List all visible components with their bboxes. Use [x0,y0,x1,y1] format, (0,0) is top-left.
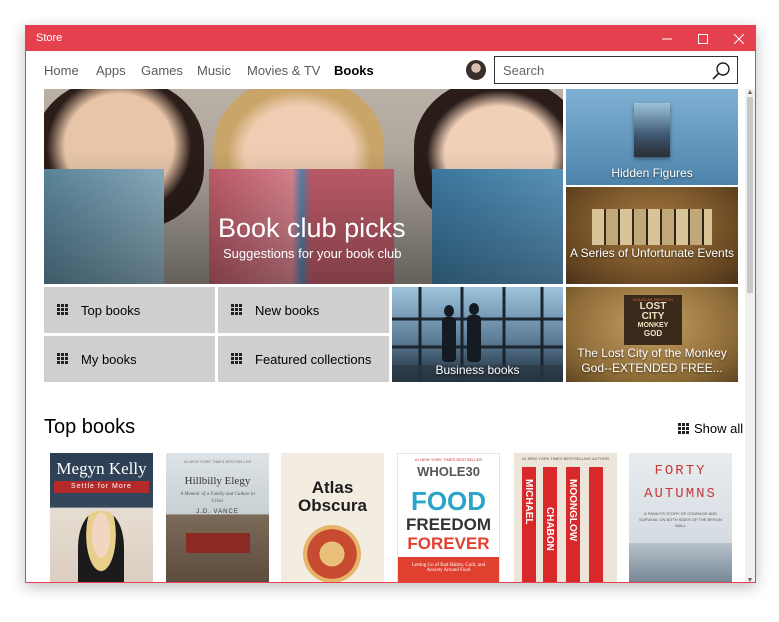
cover-portrait [78,511,124,582]
cover-author: J.D. VANCE [196,509,239,515]
lost-city-cover: DOUGLAS PRESTON LOST CITY MONKEY GOD [624,295,682,345]
grid-icon [57,353,68,364]
maximize-button[interactable] [685,26,721,51]
cover-tagline: Letting Go of Bad Habits, Guilt, and Anx… [398,557,499,582]
section-title-top-books: Top books [44,416,136,438]
unfortunate-books [592,209,712,245]
cover-title: Settle for More [54,481,149,493]
window-title: Store [36,32,63,44]
cover-banner: #1 NEW YORK TIMES BESTSELLER [414,457,483,462]
hero-subtitle: Suggestions for your book club [223,246,402,261]
show-all-label: Show all [694,421,744,436]
tile-top-books[interactable]: Top books [44,287,215,333]
book-cover-forty-autumns[interactable]: FORTY AUTUMNS A FAMILY'S STORY OF COURAG… [629,453,732,582]
store-window: Store Home Apps Games Music Movies & TV … [25,25,756,583]
cover-author-last: CHABON [544,507,555,551]
book-cover-moonglow[interactable]: #1 NEW YORK TIMES BESTSELLING AUTHOR MIC… [514,453,617,582]
nav-home[interactable]: Home [44,63,79,78]
tile-new-books-label: New books [255,303,320,318]
nav-bar: Home Apps Games Music Movies & TV Books … [26,51,755,89]
tile-lost-city[interactable]: DOUGLAS PRESTON LOST CITY MONKEY GOD The… [566,287,738,382]
tile-featured-collections[interactable]: Featured collections [218,336,389,382]
search-input[interactable]: Search [503,63,544,78]
cover-title-3: FOREVER [407,534,490,553]
tile-my-books[interactable]: My books [44,336,215,382]
cover-stick-4 [589,467,603,582]
title-bar: Store [26,26,755,51]
cover-banner: #1 NEW YORK TIMES BESTSELLER [183,459,252,464]
tile-my-books-label: My books [81,352,137,367]
search-icon[interactable] [711,61,731,81]
maximize-icon [698,33,708,44]
cover-tagline: A FAMILY'S STORY OF COURAGE AND SURVIVAL… [639,511,722,528]
lost-city-cover-god: GOD [643,329,663,338]
hero-banner[interactable]: Book club picks Suggestions for your boo… [44,89,563,284]
tile-business-books[interactable]: Business books [392,287,563,382]
close-icon [734,33,744,44]
tile-featured-label: Featured collections [255,352,372,367]
cover-title: MOONGLOW [567,479,578,542]
nav-movies-tv[interactable]: Movies & TV [247,63,320,78]
nav-apps[interactable]: Apps [96,63,126,78]
lost-city-cover-city: CITY [641,311,665,322]
tile-hidden-figures-label: Hidden Figures [611,166,693,180]
scroll-down-icon[interactable]: ▼ [745,577,755,582]
cover-barn [186,533,250,553]
minimize-icon [662,38,672,39]
main-content: Book club picks Suggestions for your boo… [26,89,746,582]
close-button[interactable] [721,26,755,51]
cover-landscape [629,543,732,582]
minimize-button[interactable] [649,26,685,51]
cover-title-1: FOOD [410,486,487,516]
grid-icon [57,304,68,315]
nav-books[interactable]: Books [334,63,374,78]
tile-new-books[interactable]: New books [218,287,389,333]
cover-title: Hillbilly Elegy [184,475,251,487]
cover-emblem [303,525,361,582]
tile-top-books-label: Top books [81,303,141,318]
book-cover-atlas-obscura[interactable]: Atlas Obscura [281,453,384,582]
tile-lost-city-label: The Lost City of the Monkey God--EXTENDE… [577,346,727,375]
nav-music[interactable]: Music [197,63,231,78]
tile-business-label: Business books [435,363,520,377]
vertical-scrollbar[interactable]: ▲ ▼ [745,89,755,582]
avatar[interactable] [466,60,486,80]
cover-title-1: Atlas [311,478,354,497]
tile-unfortunate-label: A Series of Unfortunate Events [569,246,735,260]
cover-subtitle: A Memoir of a Family and Culture in Cris… [180,492,255,504]
book-cover-hillbilly-elegy[interactable]: #1 NEW YORK TIMES BESTSELLER Hillbilly E… [166,453,269,582]
cover-brand: WHOLE30 [417,464,480,479]
hero-title: Book club picks [218,213,406,243]
cover-title-2: Obscura [298,496,367,515]
cover-title-2: FREEDOM [406,515,491,534]
nav-games[interactable]: Games [141,63,183,78]
cover-title-2: AUTUMNS [644,486,717,502]
scrollbar-thumb[interactable] [747,97,753,293]
tile-unfortunate-events[interactable]: A Series of Unfortunate Events [566,187,738,284]
cover-author-first: MICHAEL [523,479,534,525]
book-cover-food-freedom-forever[interactable]: #1 NEW YORK TIMES BESTSELLER WHOLE30 FOO… [397,453,500,582]
search-box[interactable]: Search [494,56,738,84]
tile-hidden-figures[interactable]: Hidden Figures [566,89,738,185]
hidden-figures-cover [634,103,670,157]
grid-icon [678,423,689,434]
grid-icon [231,304,242,315]
cover-author: Megyn Kelly [56,459,147,478]
book-cover-settle-for-more[interactable]: Megyn Kelly Settle for More [50,453,153,582]
cover-title-1: FORTY [654,463,707,479]
cover-banner: #1 NEW YORK TIMES BESTSELLING AUTHOR [522,456,609,461]
scroll-up-icon[interactable]: ▲ [745,89,755,96]
grid-icon [231,353,242,364]
